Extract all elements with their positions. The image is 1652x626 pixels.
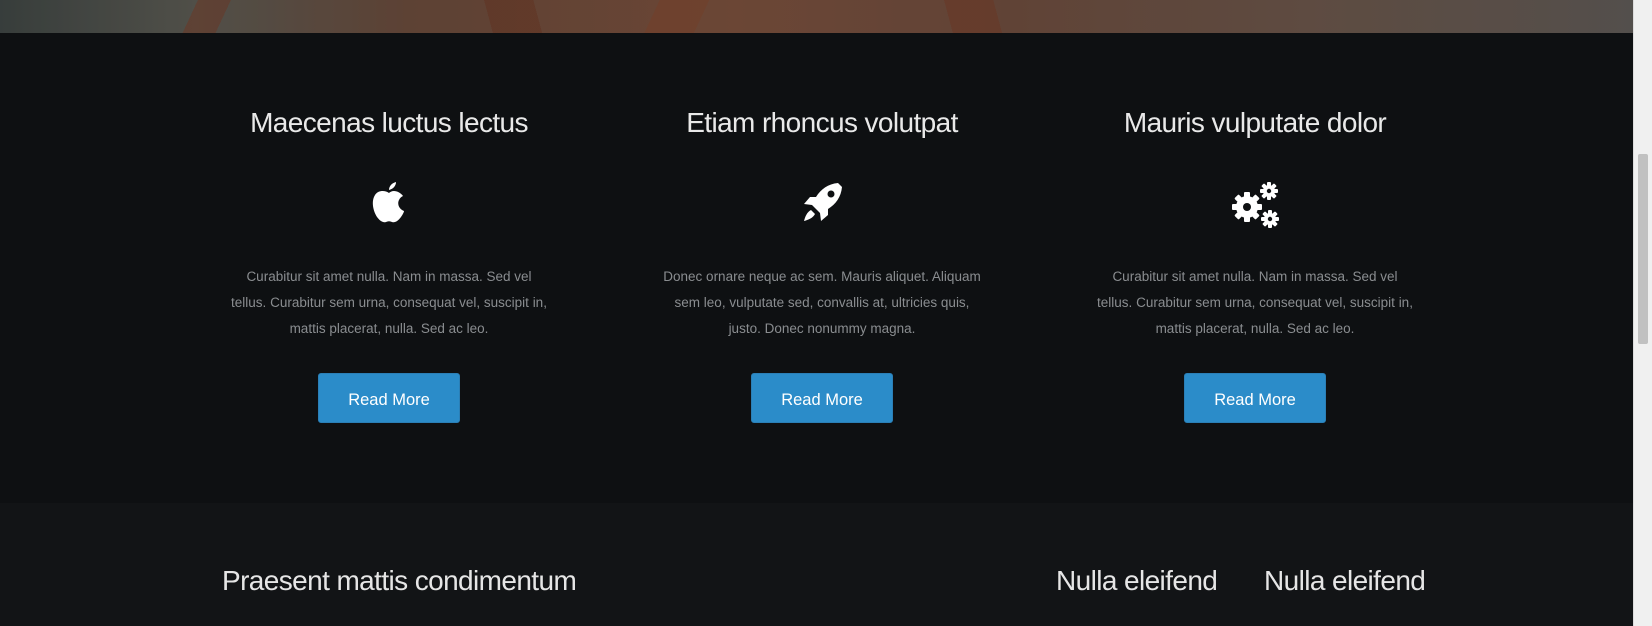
read-more-button[interactable]: Read More (751, 373, 893, 423)
feature-text: Curabitur sit amet nulla. Nam in massa. … (1097, 269, 1413, 336)
feature-title: Maecenas luctus lectus (250, 107, 528, 138)
read-more-button[interactable]: Read More (318, 373, 460, 423)
page-scrollbar[interactable] (1633, 0, 1652, 626)
hero-banner-image (0, 0, 1634, 33)
apple-icon (359, 173, 419, 233)
section-heading: Nulla eleifend (1264, 565, 1426, 596)
read-more-button[interactable]: Read More (1184, 373, 1326, 423)
hero-overlay (0, 0, 1634, 33)
feature-text: Curabitur sit amet nulla. Nam in massa. … (231, 269, 547, 336)
feature-text: Donec ornare neque ac sem. Mauris alique… (663, 269, 981, 336)
scrollbar-thumb[interactable] (1638, 154, 1648, 344)
section-heading: Praesent mattis condimentum (222, 565, 577, 596)
section-heading: Nulla eleifend (1056, 565, 1218, 596)
feature-title: Mauris vulputate dolor (1123, 107, 1387, 138)
rocket-icon (792, 173, 852, 233)
gears-icon (1225, 173, 1285, 233)
features-section: Maecenas luctus lectus Curabitur sit ame… (0, 33, 1634, 503)
feature-title: Etiam rhoncus volutpat (686, 107, 958, 138)
